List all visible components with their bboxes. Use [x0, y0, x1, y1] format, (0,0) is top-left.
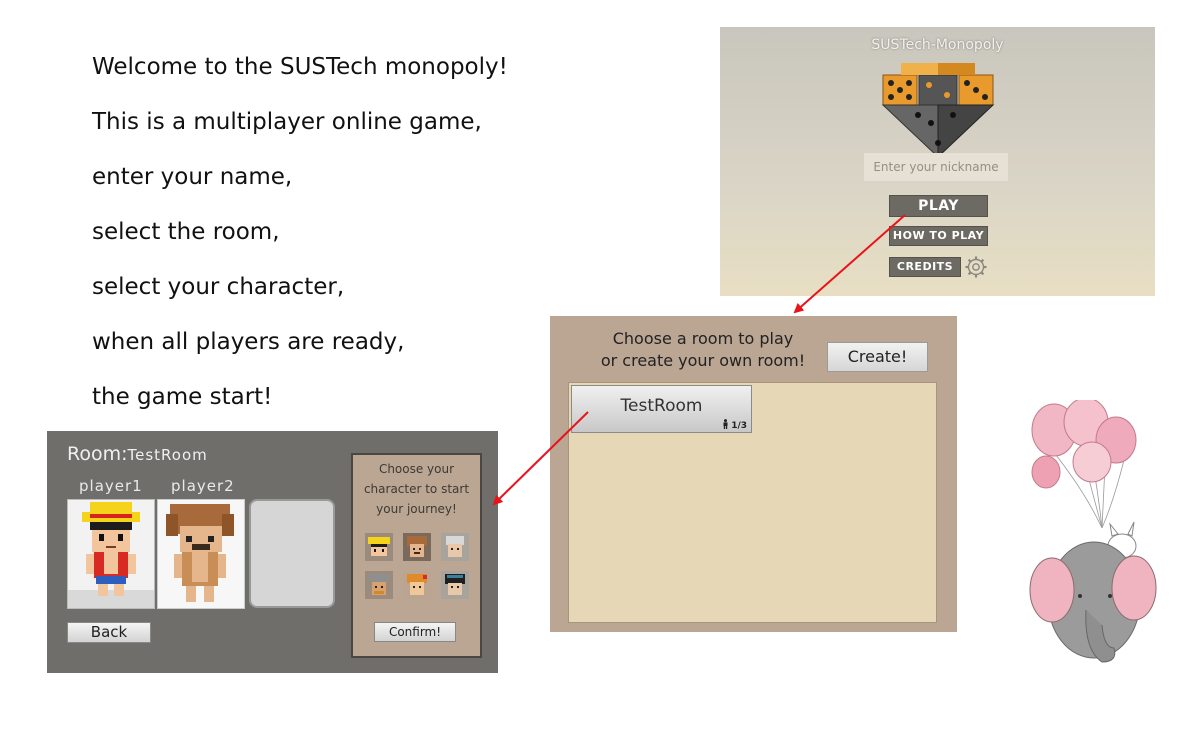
- flow-arrows: [492, 214, 906, 506]
- arrow-rooms-to-lobby: [492, 411, 589, 506]
- elephant-balloons-illustration: [1029, 400, 1157, 663]
- arrow-title-to-rooms: [793, 214, 906, 314]
